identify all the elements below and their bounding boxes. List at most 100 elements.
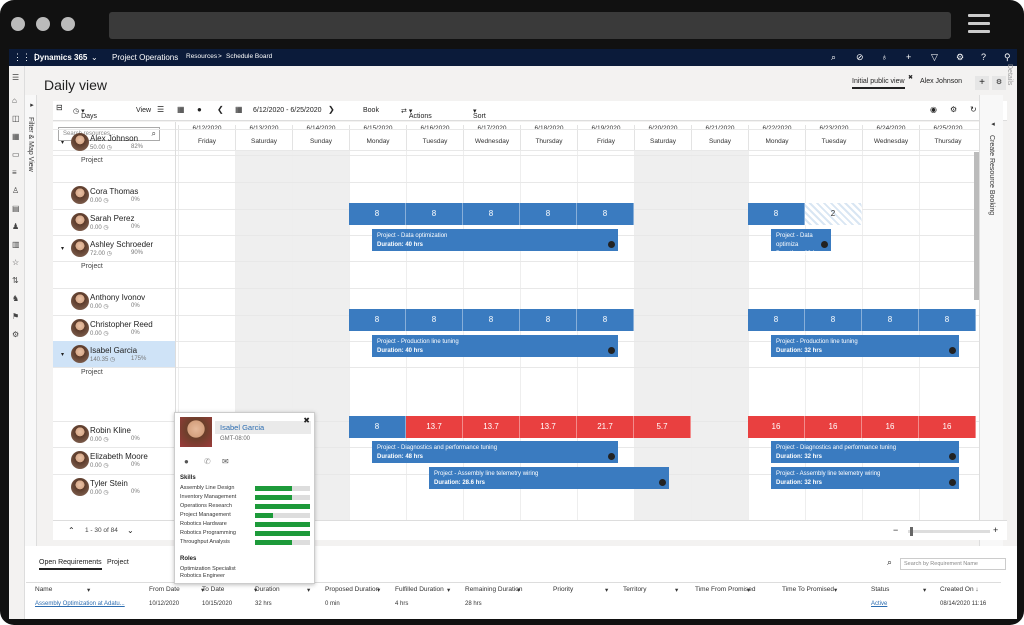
list-view-icon[interactable]: ☰ bbox=[157, 105, 164, 114]
capacity-cell[interactable]: 21.7 bbox=[577, 416, 634, 438]
column-filter-icon[interactable]: ▾ bbox=[377, 586, 380, 594]
booking-block[interactable]: Project - Assembly line telemetry wiring… bbox=[771, 467, 959, 489]
booking-block[interactable]: Project - Data optimization Duration: 40 … bbox=[372, 229, 618, 251]
date-picker-icon[interactable]: ▦ bbox=[235, 105, 243, 114]
capacity-cell[interactable]: 16 bbox=[805, 416, 862, 438]
resource-row[interactable]: Anthony Ivonov 0.00 ◷ 0% bbox=[53, 292, 173, 312]
doc-icon[interactable]: ▤ bbox=[12, 204, 20, 213]
tab-open-requirements[interactable]: Open Requirements bbox=[39, 559, 102, 570]
column-header[interactable]: Created On ↓ bbox=[940, 586, 979, 593]
next-range-icon[interactable]: ❯ bbox=[328, 105, 335, 114]
refresh-icon[interactable]: ↻ bbox=[970, 105, 977, 114]
capacity-cell[interactable]: 16 bbox=[919, 416, 976, 438]
email-icon[interactable]: ✉ bbox=[222, 457, 229, 466]
breadcrumb-schedule-board[interactable]: Schedule Board bbox=[226, 53, 272, 60]
requirement-name-link[interactable]: Assembly Optimization at Adatu... bbox=[35, 601, 125, 607]
resource-name[interactable]: Christopher Reed bbox=[90, 320, 153, 329]
column-header[interactable]: Priority bbox=[553, 586, 573, 593]
expand-caret-icon[interactable]: ▾ bbox=[61, 351, 64, 358]
home-icon[interactable]: ⌂ bbox=[12, 96, 17, 105]
booking-handle-icon[interactable] bbox=[608, 453, 615, 460]
actions-dropdown[interactable]: ⇄ Actions ▾ bbox=[401, 107, 432, 120]
book-button[interactable]: Book bbox=[363, 107, 379, 114]
zoom-thumb[interactable] bbox=[910, 527, 913, 536]
prev-range-icon[interactable]: ❮ bbox=[217, 105, 224, 114]
popup-resource-name[interactable]: Isabel Garcia bbox=[215, 421, 311, 434]
capacity-cell[interactable]: 13.7 bbox=[406, 416, 463, 438]
capacity-cell[interactable]: 16 bbox=[862, 416, 919, 438]
help-icon[interactable]: ? bbox=[981, 52, 986, 62]
column-header[interactable]: Territory bbox=[623, 586, 646, 593]
column-header[interactable]: From Date bbox=[149, 586, 180, 593]
capacity-cell[interactable]: 8 bbox=[748, 203, 805, 225]
booking-block[interactable]: Project - Diagnostics and performance tu… bbox=[771, 441, 959, 463]
column-header[interactable]: Time To Promised bbox=[782, 586, 834, 593]
chat-icon[interactable]: ● bbox=[184, 457, 189, 466]
status-link[interactable]: Active bbox=[871, 601, 887, 607]
capacity-cell[interactable]: 8 bbox=[520, 203, 577, 225]
column-header[interactable]: Name bbox=[35, 586, 52, 593]
filter-icon[interactable]: ▽ bbox=[931, 52, 938, 63]
address-bar[interactable] bbox=[109, 12, 951, 39]
column-filter-icon[interactable]: ▾ bbox=[675, 586, 678, 594]
capacity-cell[interactable]: 8 bbox=[520, 309, 577, 331]
capacity-cell[interactable]: 13.7 bbox=[520, 416, 577, 438]
tab-project[interactable]: Project bbox=[107, 559, 129, 566]
brand-caret-icon[interactable]: ⌄ bbox=[91, 53, 98, 62]
zoom-slider[interactable] bbox=[908, 527, 990, 536]
resource-row[interactable]: Sarah Perez 0.00 ◷ 0% bbox=[53, 213, 173, 233]
booking-block[interactable]: Project - Data optimiza Duration: 10 hrs bbox=[771, 229, 831, 257]
people-icon[interactable]: ♙ bbox=[12, 186, 19, 195]
booking-block[interactable]: Project - Assembly line telemetry wiring… bbox=[429, 467, 669, 489]
search-icon[interactable]: ⌕ bbox=[831, 52, 836, 63]
task-icon[interactable]: ⊘ bbox=[856, 52, 864, 63]
capacity-cell[interactable]: 8 bbox=[577, 203, 634, 225]
booking-handle-icon[interactable] bbox=[608, 241, 615, 248]
map-view-icon[interactable]: ● bbox=[197, 105, 202, 114]
booking-block[interactable]: Project - Production line tuning Duration… bbox=[771, 335, 959, 357]
resource-row[interactable]: Tyler Stein 0.00 ◷ 0% bbox=[53, 478, 173, 498]
breadcrumb-resources[interactable]: Resources bbox=[186, 53, 217, 60]
column-header[interactable]: Duration bbox=[255, 586, 280, 593]
resource-name[interactable]: Sarah Perez bbox=[90, 214, 134, 223]
capacity-cell[interactable]: 8 bbox=[805, 309, 862, 331]
gear-icon[interactable]: ⚙ bbox=[12, 330, 19, 339]
capacity-cell[interactable]: 8 bbox=[349, 416, 406, 438]
capacity-cell[interactable]: 5.7 bbox=[634, 416, 691, 438]
requirement-search-input[interactable]: Search by Requirement Name bbox=[900, 558, 1006, 570]
resource-name[interactable]: Anthony Ivonov bbox=[90, 293, 145, 302]
column-header[interactable]: Proposed Duration bbox=[325, 586, 379, 593]
add-icon[interactable]: + bbox=[906, 52, 911, 62]
booking-handle-icon[interactable] bbox=[821, 241, 828, 248]
booking-handle-icon[interactable] bbox=[949, 347, 956, 354]
filter-map-panel[interactable]: Filter & Map View ▸ bbox=[25, 95, 37, 565]
booking-block[interactable]: Project - Diagnostics and performance tu… bbox=[372, 441, 618, 463]
column-filter-icon[interactable]: ▾ bbox=[923, 586, 926, 594]
column-header[interactable]: Remaining Duration bbox=[465, 586, 522, 593]
capacity-cell[interactable]: 2 bbox=[805, 203, 862, 225]
tab-initial-public-view[interactable]: Initial public view bbox=[852, 78, 905, 89]
resource-name[interactable]: Cora Thomas bbox=[90, 187, 138, 196]
user-icon[interactable]: ⚲ bbox=[1004, 52, 1011, 63]
column-filter-icon[interactable]: ▾ bbox=[834, 586, 837, 594]
capacity-cell[interactable]: 8 bbox=[919, 309, 976, 331]
board-settings-icon[interactable]: ⚙ bbox=[992, 76, 1006, 90]
capacity-cell[interactable]: 8 bbox=[406, 203, 463, 225]
date-range[interactable]: 6/12/2020 - 6/25/2020 bbox=[253, 107, 322, 114]
resource-row[interactable]: Cora Thomas 0.00 ◷ 0% bbox=[53, 186, 173, 206]
hamburger-menu-icon[interactable] bbox=[968, 14, 990, 38]
column-header[interactable]: To Date bbox=[202, 586, 224, 593]
tab-alex-johnson[interactable]: Alex Johnson bbox=[920, 78, 962, 85]
capacity-cell[interactable]: 8 bbox=[748, 309, 805, 331]
column-filter-icon[interactable]: ▾ bbox=[447, 586, 450, 594]
column-filter-icon[interactable]: ▾ bbox=[747, 586, 750, 594]
phone-icon[interactable]: ✆ bbox=[204, 457, 211, 466]
booking-handle-icon[interactable] bbox=[949, 479, 956, 486]
column-header[interactable]: Status bbox=[871, 586, 889, 593]
page-down-icon[interactable]: ⌄ bbox=[127, 526, 134, 535]
resource-row[interactable]: ▾ Alex Johnson 50.00 ◷ 82% bbox=[53, 133, 173, 153]
sort-dropdown[interactable]: Sort ▾ bbox=[473, 107, 486, 120]
column-filter-icon[interactable]: ▾ bbox=[307, 586, 310, 594]
close-icon[interactable]: ✖ bbox=[303, 416, 310, 425]
capacity-cell[interactable]: 13.7 bbox=[463, 416, 520, 438]
